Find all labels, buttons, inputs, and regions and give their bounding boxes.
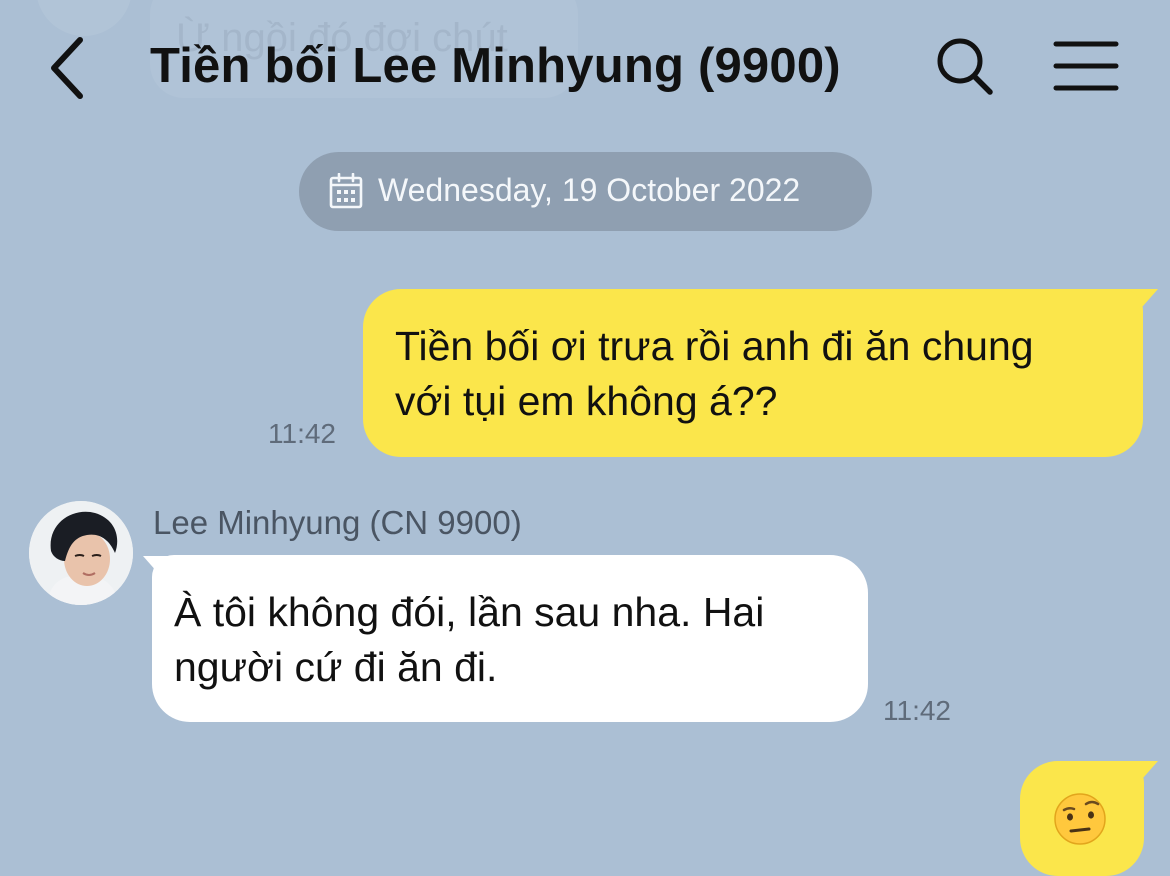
menu-icon	[1053, 41, 1119, 91]
calendar-icon	[329, 173, 363, 209]
chat-header: Tiền bối Lee Minhyung (9900)	[0, 0, 1170, 136]
chevron-left-icon	[51, 37, 83, 99]
message-line: với tụi em không á??	[395, 378, 778, 424]
emoji-message-bubble[interactable]	[1020, 761, 1144, 876]
sender-name: Lee Minhyung (CN 9900)	[153, 504, 522, 541]
search-icon	[937, 38, 993, 95]
received-message-bubble[interactable]: À tôi không đói, lần sau nha. Hai người …	[152, 555, 868, 722]
message-line: À tôi không đói, lần sau nha. Hai	[174, 589, 765, 635]
date-separator: Wednesday, 19 October 2022	[299, 152, 872, 231]
search-button[interactable]	[932, 34, 996, 98]
message-line: Tiền bối ơi trưa rồi anh đi ăn chung	[395, 323, 1034, 369]
sent-message-time: 11:42	[268, 418, 336, 449]
back-button[interactable]	[36, 30, 100, 106]
chat-title: Tiền bối Lee Minhyung (9900)	[150, 39, 841, 93]
sender-avatar[interactable]	[29, 501, 133, 605]
received-message-time: 11:42	[883, 695, 951, 726]
raised-eyebrow-emoji-icon	[1054, 793, 1106, 845]
message-line: người cứ đi ăn đi.	[174, 644, 498, 690]
profile-photo	[29, 501, 133, 605]
date-text: Wednesday, 19 October 2022	[378, 172, 801, 208]
sent-message-bubble[interactable]: Tiền bối ơi trưa rồi anh đi ăn chung với…	[363, 289, 1143, 457]
menu-button[interactable]	[1050, 34, 1122, 98]
